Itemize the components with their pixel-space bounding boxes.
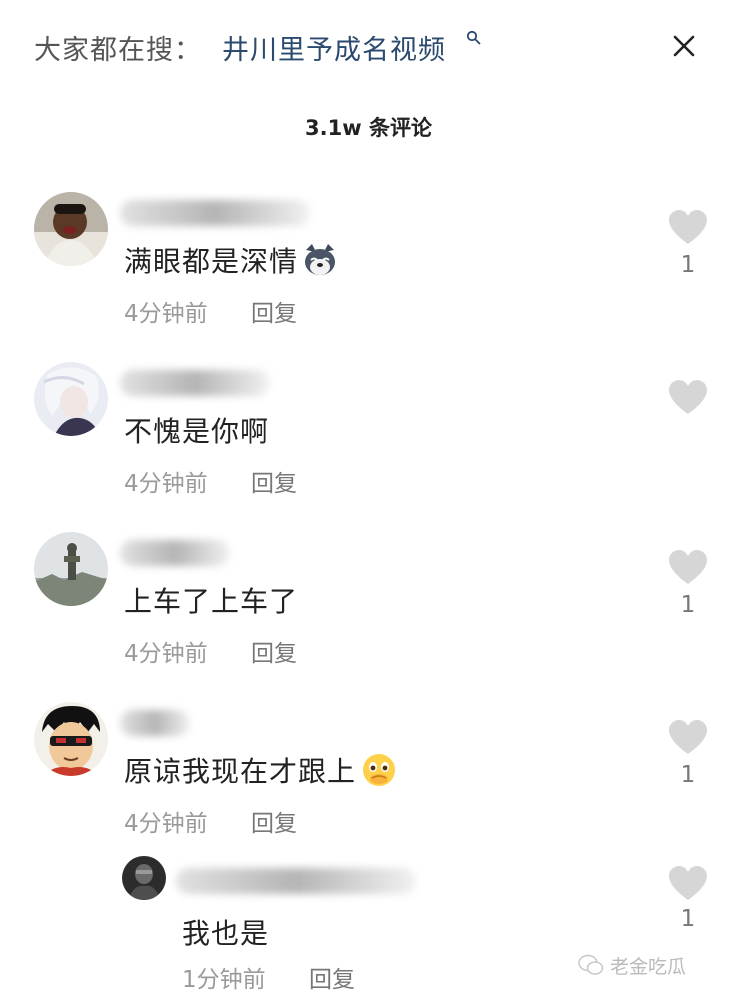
reply-button[interactable]: 回复 bbox=[251, 634, 297, 668]
close-icon[interactable] bbox=[668, 30, 700, 62]
comment-time: 1分钟前 bbox=[182, 967, 266, 993]
comment-text: 满眼都是深情 bbox=[124, 240, 338, 285]
comment-text: 不愧是你啊 bbox=[124, 415, 270, 448]
comment-time: 4分钟前 bbox=[124, 471, 208, 497]
search-suggestion-bar: 大家都在搜： 井川里予成名视频 bbox=[0, 0, 737, 96]
pleading-face-emoji-icon bbox=[360, 752, 398, 795]
search-icon[interactable] bbox=[466, 30, 482, 46]
heart-icon[interactable] bbox=[668, 380, 708, 416]
like-count: 1 bbox=[680, 592, 696, 618]
comment-text: 我也是 bbox=[182, 917, 270, 950]
comment-item: 上车了上车了 4分钟前 回复 1 bbox=[0, 528, 737, 688]
avatar[interactable] bbox=[122, 856, 166, 900]
comment-text: 原谅我现在才跟上 bbox=[124, 750, 398, 795]
username-blurred bbox=[120, 540, 230, 566]
search-prefix: 大家都在搜： bbox=[34, 35, 202, 66]
avatar[interactable] bbox=[34, 362, 108, 436]
heart-icon[interactable] bbox=[668, 720, 708, 756]
comment-time: 4分钟前 bbox=[124, 641, 208, 667]
comment-time: 4分钟前 bbox=[124, 811, 208, 837]
comment-count-title: 3.1w 条评论 bbox=[305, 116, 432, 140]
heart-icon[interactable] bbox=[668, 866, 708, 902]
username-blurred bbox=[120, 370, 270, 396]
reply-button[interactable]: 回复 bbox=[309, 960, 355, 994]
like-count: 1 bbox=[680, 762, 696, 788]
heart-icon[interactable] bbox=[668, 550, 708, 586]
reply-button[interactable]: 回复 bbox=[251, 804, 297, 838]
comment-item: 不愧是你啊 4分钟前 回复 bbox=[0, 358, 737, 518]
username-blurred bbox=[120, 710, 190, 736]
username-blurred bbox=[120, 200, 310, 226]
heart-icon[interactable] bbox=[668, 210, 708, 246]
avatar[interactable] bbox=[34, 192, 108, 266]
comment-item: 原谅我现在才跟上 4分钟前 回复 1 bbox=[0, 698, 737, 858]
reply-button[interactable]: 回复 bbox=[251, 464, 297, 498]
comment-text: 上车了上车了 bbox=[124, 585, 299, 618]
like-count: 1 bbox=[680, 906, 696, 932]
search-term-link[interactable]: 井川里予成名视频 bbox=[222, 28, 446, 67]
avatar[interactable] bbox=[34, 702, 108, 776]
watermark-text: 老金吃瓜 bbox=[610, 956, 687, 978]
wechat-watermark-icon bbox=[578, 954, 604, 975]
comment-time: 4分钟前 bbox=[124, 301, 208, 327]
username-blurred bbox=[176, 868, 416, 894]
husky-emoji-icon bbox=[302, 242, 338, 285]
comment-item: 满眼都是深情 4分钟前 回复 1 bbox=[0, 188, 737, 348]
reply-button[interactable]: 回复 bbox=[251, 294, 297, 328]
like-count: 1 bbox=[680, 252, 696, 278]
avatar[interactable] bbox=[34, 532, 108, 606]
